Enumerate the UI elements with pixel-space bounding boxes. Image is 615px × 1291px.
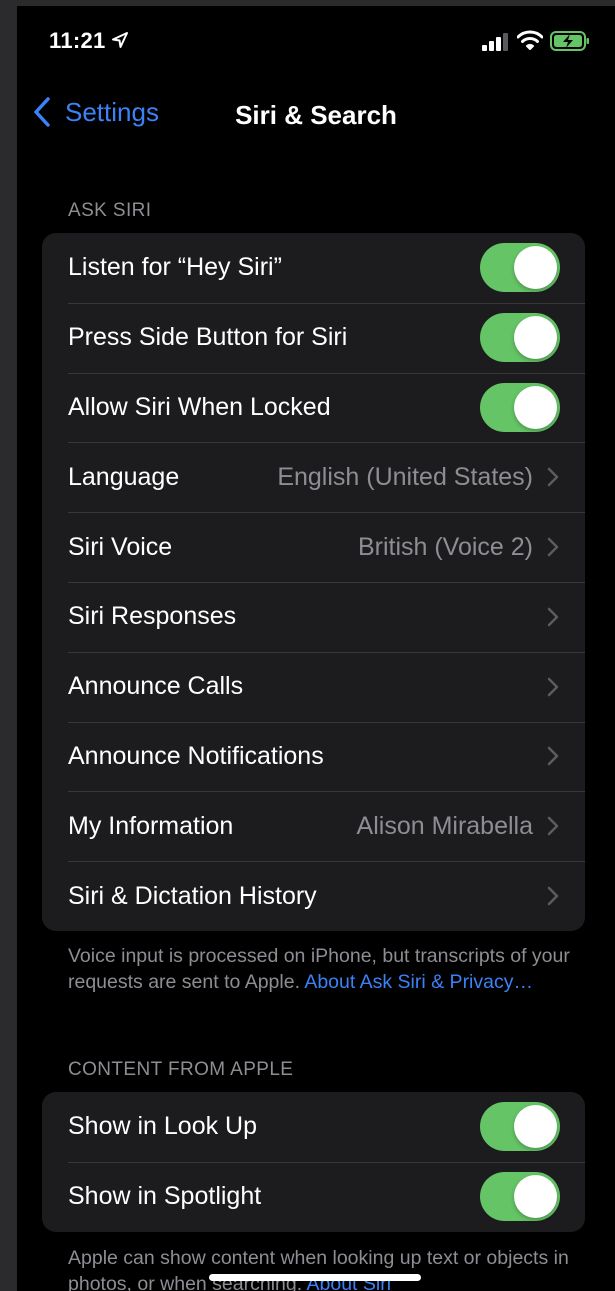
show-in-look-up-toggle[interactable] bbox=[480, 1102, 560, 1152]
row-label: Announce Calls bbox=[68, 672, 244, 701]
row-siri-responses[interactable]: Siri Responses bbox=[42, 581, 585, 652]
cellular-signal-icon bbox=[482, 33, 508, 51]
chevron-right-icon bbox=[547, 537, 559, 557]
row-label: Siri & Dictation History bbox=[68, 881, 317, 910]
ask-siri-group: Listen for “Hey Siri” Press Side Button … bbox=[42, 233, 585, 931]
status-time: 11:21 bbox=[49, 28, 106, 53]
chevron-right-icon bbox=[547, 886, 559, 906]
toggle-knob bbox=[514, 246, 557, 290]
home-indicator[interactable] bbox=[209, 1274, 421, 1281]
toggle-knob bbox=[514, 1175, 557, 1219]
status-bar: 11:21 bbox=[17, 6, 615, 76]
row-allow-siri-when-locked[interactable]: Allow Siri When Locked bbox=[42, 372, 585, 443]
row-label: Allow Siri When Locked bbox=[68, 392, 331, 421]
content-from-apple-footer: Apple can show content when looking up t… bbox=[68, 1245, 573, 1291]
row-value: English (United States) bbox=[277, 462, 533, 491]
allow-when-locked-toggle[interactable] bbox=[480, 382, 560, 432]
row-label: My Information bbox=[68, 811, 234, 840]
location-arrow-icon bbox=[112, 32, 128, 48]
battery-charging-icon bbox=[550, 31, 589, 51]
toggle-knob bbox=[514, 316, 557, 360]
row-label: Listen for “Hey Siri” bbox=[68, 253, 282, 282]
row-my-information[interactable]: My Information Alison Mirabella bbox=[42, 791, 585, 861]
row-label: Announce Notifications bbox=[68, 741, 324, 770]
row-listen-for-hey-siri[interactable]: Listen for “Hey Siri” bbox=[42, 233, 585, 303]
chevron-right-icon bbox=[547, 747, 559, 766]
show-in-spotlight-toggle[interactable] bbox=[480, 1172, 560, 1222]
about-ask-siri-privacy-link[interactable]: About Ask Siri & Privacy… bbox=[304, 971, 533, 993]
row-label: Language bbox=[68, 462, 180, 491]
content-from-apple-group: Show in Look Up Show in Spotlight bbox=[42, 1092, 585, 1232]
chevron-right-icon bbox=[547, 607, 559, 627]
chevron-right-icon bbox=[547, 677, 559, 696]
section-header-content-from-apple: CONTENT FROM APPLE bbox=[68, 1059, 294, 1080]
ask-siri-footer: Voice input is processed on iPhone, but … bbox=[68, 943, 573, 995]
toggle-knob bbox=[514, 1105, 557, 1149]
row-show-in-look-up[interactable]: Show in Look Up bbox=[42, 1092, 585, 1162]
row-label: Press Side Button for Siri bbox=[68, 323, 348, 352]
row-announce-calls[interactable]: Announce Calls bbox=[42, 651, 585, 722]
row-press-side-button[interactable]: Press Side Button for Siri bbox=[42, 302, 585, 373]
row-label: Siri Voice bbox=[68, 532, 173, 561]
chevron-right-icon bbox=[547, 468, 559, 487]
row-announce-notifications[interactable]: Announce Notifications bbox=[42, 721, 585, 792]
row-siri-dictation-history[interactable]: Siri & Dictation History bbox=[42, 861, 585, 931]
row-siri-voice[interactable]: Siri Voice British (Voice 2) bbox=[42, 512, 585, 582]
chevron-right-icon bbox=[547, 817, 559, 836]
hey-siri-toggle[interactable] bbox=[480, 243, 560, 293]
row-label: Siri Responses bbox=[68, 602, 237, 631]
row-language[interactable]: Language English (United States) bbox=[42, 442, 585, 512]
row-show-in-spotlight[interactable]: Show in Spotlight bbox=[42, 1161, 585, 1232]
row-value: British (Voice 2) bbox=[357, 532, 533, 561]
row-value: Alison Mirabella bbox=[356, 811, 533, 840]
row-label: Show in Look Up bbox=[68, 1112, 258, 1141]
section-header-ask-siri: ASK SIRI bbox=[68, 200, 152, 221]
siri-search-settings-screen: 11:21 Settings Siri & Search ASK SIRI Li… bbox=[17, 6, 615, 1291]
page-title: Siri & Search bbox=[235, 100, 397, 130]
side-button-toggle[interactable] bbox=[480, 313, 560, 363]
toggle-knob bbox=[514, 385, 557, 429]
wifi-icon bbox=[517, 30, 543, 50]
row-label: Show in Spotlight bbox=[68, 1182, 262, 1211]
navigation-bar: Settings Siri & Search bbox=[17, 88, 615, 144]
